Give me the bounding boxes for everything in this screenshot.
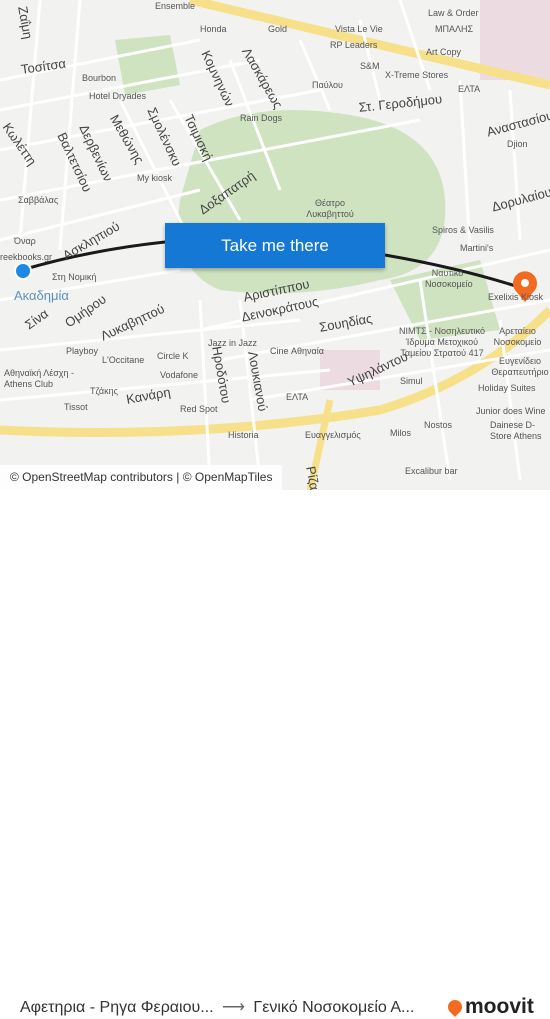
poi-label: Martini's: [460, 243, 494, 253]
poi-label: Bourbon: [82, 73, 117, 83]
poi-label: Exelixis Kiosk: [488, 292, 544, 302]
poi-label: Vodafone: [160, 370, 199, 380]
poi-label: Θέατρο Λυκαβηττού: [306, 198, 354, 219]
poi-label: Red Spot: [180, 404, 218, 414]
poi-label: Rain Dogs: [240, 113, 283, 123]
arrow-right-icon: ⟶: [222, 999, 245, 1016]
poi-label: Jazz in Jazz: [208, 338, 258, 348]
poi-label: Αθηναϊκή Λέσχη - Athens Club: [4, 368, 75, 389]
poi-label: X-Treme Stores: [385, 70, 449, 80]
poi-label: ΝΙΜΤΣ - Νοσηλευτικό Ίδρυμα Μετοχικού Ταμ…: [398, 326, 485, 358]
station-label: Ακαδημία: [14, 288, 69, 303]
poi-label: Milos: [390, 428, 412, 438]
poi-label: Ensemble: [155, 1, 196, 11]
poi-label: My kiosk: [137, 173, 173, 183]
poi-label: Honda: [200, 24, 227, 34]
poi-label: ΕΛΤΑ: [458, 84, 481, 94]
poi-label: Excalibur bar: [405, 466, 458, 476]
destination-marker-dot: [521, 279, 529, 287]
poi-label: Law & Order: [428, 8, 479, 18]
poi-label: Holiday Suites: [478, 383, 536, 393]
take-me-there-button[interactable]: Take me there: [165, 223, 385, 268]
poi-label: Hotel Dryades: [89, 91, 147, 101]
origin-marker[interactable]: [14, 262, 32, 280]
poi-label: Circle K: [157, 351, 189, 361]
poi-label: RP Leaders: [330, 40, 378, 50]
poi-label: Ευαγγελισμός: [305, 430, 361, 440]
poi-label: Ευγενίδειο Θεραπευτήριο: [491, 356, 549, 377]
poi-label: Όναρ: [14, 236, 36, 246]
poi-label: Στη Νομική: [52, 272, 97, 282]
poi-label: L'Occitane: [102, 355, 145, 365]
moovit-logo: moovit: [445, 995, 534, 1019]
poi-label: ΕΛΤΑ: [286, 392, 309, 402]
moovit-wordmark: moovit: [465, 995, 534, 1018]
moovit-pin-icon: [445, 997, 465, 1017]
poi-label: Τζάκης: [90, 386, 118, 396]
poi-label: Historia: [228, 430, 259, 440]
poi-label: Ναυτικό Νοσοκομείο: [425, 268, 473, 289]
poi-label: ΜΠΑΛΗΣ: [435, 24, 474, 34]
route-summary: Αφετηρια - Ρηγα Φεραιου... ⟶ Γενικό Νοσο…: [20, 997, 414, 1017]
destination-name: Γενικό Νοσοκομείο Α...: [253, 999, 415, 1016]
poi-label: Παύλου: [312, 80, 343, 90]
poi-label: Vista Le Vie: [335, 24, 383, 34]
poi-label: Spiros & Vasilis: [432, 225, 494, 235]
map-attribution[interactable]: © OpenStreetMap contributors | © OpenMap…: [0, 465, 283, 490]
poi-label: Playboy: [66, 346, 99, 356]
poi-label: reekbooks.gr: [0, 252, 53, 262]
origin-name: Αφετηρια - Ρηγα Φεραιου...: [20, 999, 214, 1016]
poi-label: Nostos: [424, 420, 453, 430]
poi-label: Cine Αθηναία: [270, 346, 324, 356]
poi-label: Simul: [400, 376, 423, 386]
poi-label: S&M: [360, 61, 380, 71]
poi-label: Djion: [507, 139, 528, 149]
poi-label: Tissot: [64, 402, 88, 412]
poi-label: Art Copy: [426, 47, 462, 57]
poi-label: Αρεταίειο Νοσοκομείο: [493, 326, 542, 347]
poi-label: Junior does Wine: [476, 406, 546, 416]
map[interactable]: Τοσίτσα Ζαΐμη Κωλέττη Βαλτετσίου Δερβενί…: [0, 0, 550, 490]
footer-bar: Αφετηρια - Ρηγα Φεραιου... ⟶ Γενικό Νοσο…: [0, 490, 550, 1018]
poi-label: Gold: [268, 24, 288, 34]
poi-label: Σαββάλας: [18, 195, 59, 205]
poi-label: Dainese D-Store Athens: [490, 420, 542, 441]
